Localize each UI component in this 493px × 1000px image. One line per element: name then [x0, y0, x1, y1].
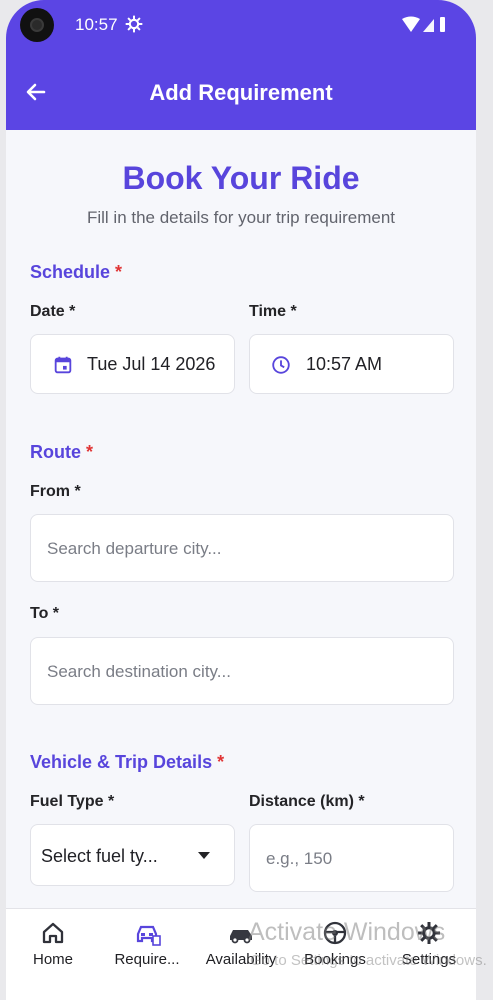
- app-header: 10:57 Add Requirement: [6, 0, 476, 130]
- to-placeholder: Search destination city...: [47, 662, 231, 681]
- schedule-title-text: Schedule: [30, 262, 111, 282]
- schedule-required-mark: *: [115, 262, 123, 282]
- date-value: Tue Jul 14 2026: [87, 354, 216, 374]
- time-picker[interactable]: 10:57 AM: [249, 334, 454, 394]
- from-label: From *: [30, 483, 81, 500]
- vehicle-title-text: Vehicle & Trip Details: [30, 752, 213, 772]
- schedule-section-title: Schedule *: [30, 262, 122, 283]
- status-time: 10:57: [75, 15, 118, 34]
- fuel-type-label: Fuel Type *: [30, 793, 115, 810]
- distance-placeholder: e.g., 150: [266, 849, 333, 868]
- distance-input[interactable]: e.g., 150: [249, 824, 454, 892]
- clock-icon: [272, 356, 290, 374]
- hero-subtitle: Fill in the details for your trip requir…: [86, 208, 396, 227]
- chevron-down-icon: [198, 852, 210, 859]
- fuel-type-value: Select fuel ty...: [41, 846, 158, 866]
- camera-cutout: [20, 8, 54, 42]
- status-bar: 10:57: [6, 0, 476, 50]
- route-title-text: Route: [30, 442, 81, 462]
- vehicle-required-mark: *: [217, 752, 225, 772]
- route-section-title: Route *: [30, 442, 93, 463]
- from-placeholder: Search departure city...: [47, 539, 222, 558]
- to-city-input[interactable]: Search destination city...: [30, 637, 454, 705]
- from-city-input[interactable]: Search departure city...: [30, 514, 454, 582]
- to-label: To *: [30, 605, 60, 622]
- windows-activation-hint: Go to Settings to activate Windows.: [250, 952, 487, 969]
- date-picker[interactable]: Tue Jul 14 2026: [30, 334, 235, 394]
- time-value: 10:57 AM: [306, 354, 383, 374]
- fuel-type-select[interactable]: Select fuel ty...: [30, 824, 235, 886]
- nav-label-home: Home: [32, 951, 73, 968]
- status-signal-icons: [402, 16, 445, 32]
- hero-title: Book Your Ride: [122, 160, 360, 196]
- date-label: Date *: [30, 303, 76, 320]
- nav-home[interactable]: Home: [6, 909, 100, 989]
- phone-screen: 10:57 Add Requirement Book Your Ride Fil…: [6, 0, 476, 1000]
- requirement-form: Book Your Ride Fill in the details for y…: [6, 130, 476, 910]
- car-document-icon: [136, 925, 161, 946]
- route-required-mark: *: [86, 442, 94, 462]
- nav-label-requirements: Require...: [114, 951, 180, 968]
- distance-label: Distance (km) *: [249, 793, 365, 810]
- home-icon: [42, 922, 64, 944]
- status-gear-icon: [125, 15, 143, 33]
- page-title: Add Requirement: [149, 80, 333, 105]
- windows-activation-watermark: Activate Windows: [248, 918, 446, 946]
- calendar-icon: [54, 356, 72, 374]
- nav-requirements[interactable]: Require...: [100, 909, 194, 989]
- time-label: Time *: [249, 303, 297, 320]
- vehicle-section-title: Vehicle & Trip Details *: [30, 752, 224, 773]
